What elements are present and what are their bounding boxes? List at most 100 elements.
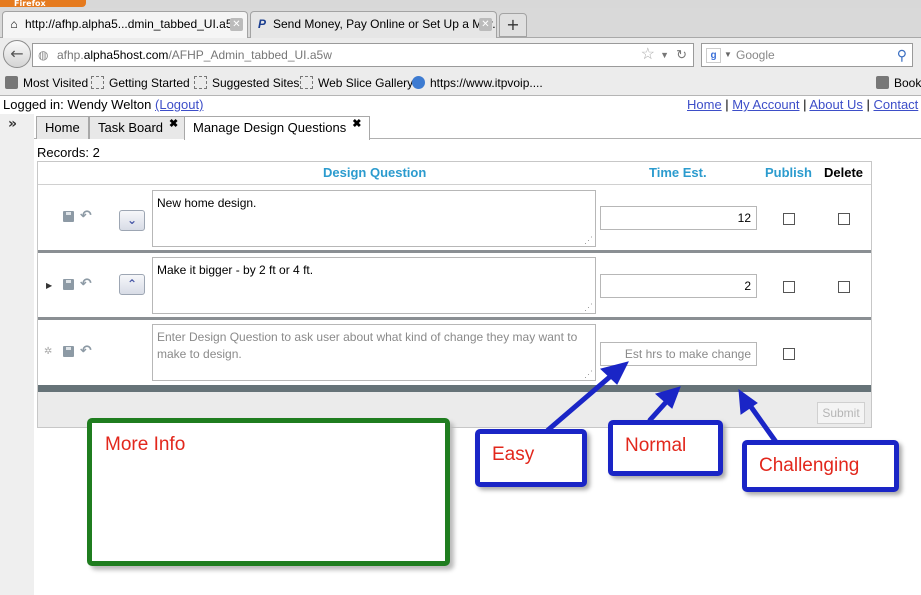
browser-navbar: ← ◍ afhp.alpha5host.com/AFHP_Admin_tabbe… <box>0 38 921 70</box>
bookmarks-icon <box>876 76 889 89</box>
reload-icon[interactable]: ↻ <box>676 44 687 66</box>
tab-task-board[interactable]: Task Board ✖ <box>89 116 188 139</box>
engine-dropdown-icon[interactable]: ▼ <box>724 44 732 66</box>
bookmark-itpvoip[interactable]: https://www.itpvoip.... <box>412 75 543 91</box>
resize-grip-icon[interactable]: ⋰ <box>584 370 593 379</box>
move-down-button[interactable]: ⌄ <box>119 210 145 231</box>
about-us-link[interactable]: About Us <box>809 97 862 112</box>
publish-checkbox[interactable] <box>783 281 795 293</box>
question-text: Make it bigger - by 2 ft or 4 ft. <box>157 263 314 277</box>
column-header-time-est[interactable]: Time Est. <box>649 162 707 184</box>
page-icon <box>91 76 104 89</box>
bookmark-star-icon[interactable]: ☆ <box>641 44 655 66</box>
bookmark-web-slice-gallery[interactable]: Web Slice Gallery <box>300 75 413 91</box>
records-value: 2 <box>92 145 100 160</box>
app-tabbar: Home Task Board ✖ Manage Design Questions… <box>34 114 921 140</box>
undo-icon[interactable]: ↶ <box>80 277 94 291</box>
url-prefix: afhp. <box>57 48 84 62</box>
login-status: Logged in: Wendy Welton (Logout) <box>3 97 203 113</box>
grid-header: Design Question Time Est. Publish Delete <box>38 162 871 184</box>
browser-tab-label: http://afhp.alpha5...dmin_tabbed_UI.a5w <box>25 17 242 31</box>
most-visited-icon <box>5 76 18 89</box>
globe-icon: ◍ <box>38 48 49 62</box>
submit-button[interactable]: Submit <box>817 402 865 424</box>
contact-link[interactable]: Contact <box>873 97 918 112</box>
question-placeholder: Enter Design Question to ask user about … <box>157 330 578 361</box>
firefox-menu-button[interactable]: Firefox <box>0 0 86 7</box>
column-header-design-question[interactable]: Design Question <box>323 162 426 184</box>
my-account-link[interactable]: My Account <box>732 97 799 112</box>
bookmark-label: Most Visited <box>23 76 89 90</box>
bookmarks-menu[interactable]: Bookm <box>876 75 921 91</box>
tab-manage-design-questions[interactable]: Manage Design Questions ✖ <box>184 116 371 140</box>
bookmark-suggested-sites[interactable]: Suggested Sites <box>194 75 299 91</box>
logout-link[interactable]: (Logout) <box>155 97 203 112</box>
save-icon[interactable] <box>63 211 74 222</box>
link-separator: | <box>862 97 874 112</box>
browser-tab-paypal[interactable]: P Send Money, Pay Online or Set Up a Mer… <box>250 11 497 38</box>
tab-home[interactable]: Home <box>36 116 89 139</box>
question-textarea[interactable]: New home design. ⋰ <box>152 190 596 247</box>
move-up-button[interactable]: ⌃ <box>119 274 145 295</box>
chevron-down-icon: ⌄ <box>126 213 138 227</box>
new-tab-button[interactable]: + <box>499 13 527 37</box>
google-engine-icon[interactable]: g <box>706 48 721 63</box>
close-tab-icon[interactable]: ✕ <box>230 18 243 31</box>
back-arrow-icon: ← <box>10 44 24 63</box>
normal-text: Normal <box>625 435 687 456</box>
publish-checkbox[interactable] <box>783 213 795 225</box>
search-icon[interactable]: ⚲ <box>897 44 907 66</box>
question-textarea[interactable]: Make it bigger - by 2 ft or 4 ft. ⋰ <box>152 257 596 314</box>
bookmark-most-visited[interactable]: Most Visited <box>5 75 88 91</box>
url-path: /AFHP_Admin_tabbed_UI.a5w <box>168 48 332 62</box>
new-question-textarea[interactable]: Enter Design Question to ask user about … <box>152 324 596 381</box>
tab-label: Manage Design Questions <box>193 120 347 135</box>
search-bar[interactable]: g ▼ Google ⚲ <box>701 43 913 67</box>
save-icon[interactable] <box>63 346 74 357</box>
bookmark-label: Getting Started <box>109 76 190 90</box>
link-separator: | <box>799 97 810 112</box>
time-estimate-input[interactable]: 2 <box>600 274 757 298</box>
top-nav-links: Home | My Account | About Us | Contact <box>687 97 918 113</box>
bookmark-label: Suggested Sites <box>212 76 300 90</box>
bookmark-getting-started[interactable]: Getting Started <box>91 75 190 91</box>
column-header-delete: Delete <box>824 165 864 180</box>
close-tab-icon[interactable]: ✖ <box>169 118 178 130</box>
expand-sidebar-icon[interactable]: » <box>8 116 17 132</box>
bookmark-label: Web Slice Gallery <box>318 76 414 90</box>
link-separator: | <box>721 97 733 112</box>
table-row: ↶ ⌄ New home design. ⋰ 12 <box>38 185 871 250</box>
bookmark-label: https://www.itpvoip.... <box>430 76 543 90</box>
more-info-text: More Info <box>105 434 186 455</box>
time-estimate-input[interactable]: 12 <box>600 206 757 230</box>
undo-icon[interactable]: ↶ <box>80 344 94 358</box>
close-tab-icon[interactable]: ✖ <box>352 118 361 130</box>
resize-grip-icon[interactable]: ⋰ <box>584 236 593 245</box>
paypal-favicon-icon: P <box>257 17 266 31</box>
more-info-callout: More Info <box>87 418 450 566</box>
close-tab-icon[interactable]: ✕ <box>479 18 492 31</box>
easy-text: Easy <box>492 444 535 465</box>
new-time-estimate-input[interactable]: Est hrs to make change <box>600 342 757 366</box>
records-label: Records: <box>37 145 90 160</box>
tab-label: Task Board <box>98 120 164 135</box>
delete-checkbox[interactable] <box>838 281 850 293</box>
column-header-publish[interactable]: Publish <box>765 162 812 184</box>
url-dropdown-icon[interactable]: ▼ <box>660 44 669 66</box>
easy-callout: Easy <box>475 429 587 487</box>
records-count: Records: 2 <box>37 146 100 160</box>
url-bar[interactable]: ◍ afhp.alpha5host.com/AFHP_Admin_tabbed_… <box>32 43 694 67</box>
design-questions-grid: Design Question Time Est. Publish Delete… <box>37 161 872 428</box>
back-button[interactable]: ← <box>3 40 31 68</box>
browser-tabstrip: ⌂ http://afhp.alpha5...dmin_tabbed_UI.a5… <box>0 8 921 38</box>
page-icon <box>194 76 207 89</box>
browser-tab-admin[interactable]: ⌂ http://afhp.alpha5...dmin_tabbed_UI.a5… <box>2 11 248 38</box>
resize-grip-icon[interactable]: ⋰ <box>584 303 593 312</box>
delete-checkbox[interactable] <box>838 213 850 225</box>
undo-icon[interactable]: ↶ <box>80 209 94 223</box>
save-icon[interactable] <box>63 279 74 290</box>
home-link[interactable]: Home <box>687 97 722 112</box>
window-titlebar <box>0 0 921 8</box>
expand-row-icon[interactable]: ▶ <box>46 281 52 290</box>
publish-checkbox[interactable] <box>783 348 795 360</box>
